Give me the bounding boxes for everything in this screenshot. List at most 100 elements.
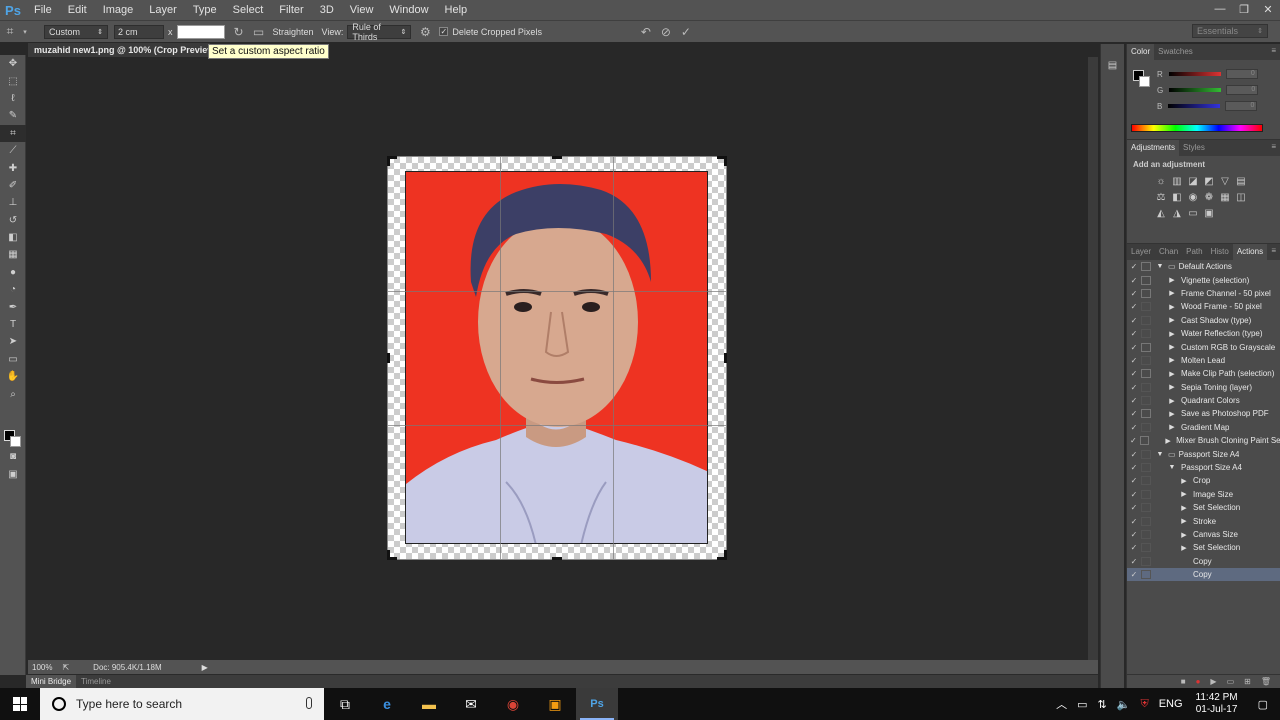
color-balance-icon[interactable]: ⚖ <box>1153 189 1169 205</box>
eraser-tool-icon[interactable]: ◧ <box>0 229 26 246</box>
tab-adjustments[interactable]: Adjustments <box>1127 140 1180 156</box>
crop-tool-preset-icon[interactable]: ⌗ <box>0 22 20 42</box>
tab-swatches[interactable]: Swatches <box>1154 44 1197 60</box>
brightness-contrast-icon[interactable]: ☼ <box>1153 173 1169 189</box>
play-icon[interactable]: ▶ <box>1210 677 1216 686</box>
crop-handle-bottom-left[interactable] <box>387 550 390 560</box>
eyedropper-tool-icon[interactable]: ⟋ <box>0 142 26 159</box>
dodge-tool-icon[interactable]: ◔ <box>0 281 26 298</box>
action-enabled-check-icon[interactable]: ✓ <box>1127 383 1141 392</box>
show-hidden-icons-icon[interactable]: ︿ <box>1051 696 1072 712</box>
dialog-toggle-icon[interactable] <box>1141 422 1151 432</box>
action-enabled-check-icon[interactable]: ✓ <box>1127 356 1141 365</box>
dialog-toggle-icon[interactable] <box>1141 396 1151 406</box>
vibrance-icon[interactable]: ▽ <box>1217 173 1233 189</box>
menu-select[interactable]: Select <box>225 0 272 20</box>
expand-right-icon[interactable]: ▶ <box>1167 276 1177 284</box>
action-enabled-check-icon[interactable]: ✓ <box>1127 450 1141 459</box>
action-enabled-check-icon[interactable]: ✓ <box>1127 343 1141 352</box>
move-tool-icon[interactable]: ✥ <box>0 55 26 72</box>
expand-right-icon[interactable]: ▶ <box>1167 356 1177 364</box>
dialog-toggle-icon[interactable] <box>1139 436 1149 446</box>
file-explorer-icon[interactable]: ▬ <box>408 688 450 720</box>
expand-right-icon[interactable]: ▶ <box>1167 370 1177 378</box>
menu-edit[interactable]: Edit <box>60 0 95 20</box>
straighten-icon[interactable]: ▭ <box>249 22 269 42</box>
crop-handle-right[interactable] <box>724 353 727 363</box>
action-row[interactable]: ✓ ▶ Stroke <box>1127 514 1280 527</box>
action-row[interactable]: ✓ ▶ Image Size <box>1127 488 1280 501</box>
action-enabled-check-icon[interactable]: ✓ <box>1127 543 1141 552</box>
menu-window[interactable]: Window <box>381 0 436 20</box>
panel-menu-icon[interactable]: ≡ <box>1271 46 1276 55</box>
action-row[interactable]: ✓ ▶ Set Selection <box>1127 541 1280 554</box>
action-set-row[interactable]: ✓ ▼ ▭ Passport Size A4 <box>1127 447 1280 460</box>
background-color-swatch[interactable] <box>10 436 21 447</box>
posterize-icon[interactable]: ◭ <box>1153 205 1169 221</box>
action-row[interactable]: ✓ ▶Mixer Brush Cloning Paint Setup <box>1127 434 1280 447</box>
edge-icon[interactable]: e <box>366 688 408 720</box>
dialog-toggle-icon[interactable] <box>1141 262 1151 272</box>
dialog-toggle-icon[interactable] <box>1141 355 1151 365</box>
dialog-toggle-icon[interactable] <box>1141 315 1151 325</box>
tab-histo[interactable]: Histo <box>1207 244 1233 260</box>
action-row[interactable]: ✓ ▼ Passport Size A4 <box>1127 461 1280 474</box>
color-lookup-icon[interactable]: ▦ <box>1217 189 1233 205</box>
clone-stamp-tool-icon[interactable]: ⊥ <box>0 194 26 211</box>
action-enabled-check-icon[interactable]: ✓ <box>1127 490 1141 499</box>
threshold-icon[interactable]: ◮ <box>1169 205 1185 221</box>
tab-path[interactable]: Path <box>1182 244 1206 260</box>
dialog-toggle-icon[interactable] <box>1141 409 1151 419</box>
action-row[interactable]: ✓ ▶ Frame Channel - 50 pixel <box>1127 287 1280 300</box>
dialog-toggle-icon[interactable] <box>1141 382 1151 392</box>
dialog-toggle-icon[interactable] <box>1141 449 1151 459</box>
menu-file[interactable]: File <box>26 0 60 20</box>
tab-styles[interactable]: Styles <box>1179 140 1209 156</box>
expand-right-icon[interactable]: ▶ <box>1167 330 1177 338</box>
dialog-toggle-icon[interactable] <box>1141 463 1151 473</box>
dialog-toggle-icon[interactable] <box>1141 503 1151 513</box>
action-enabled-check-icon[interactable]: ✓ <box>1127 557 1141 566</box>
action-row[interactable]: ✓ ▶ Make Clip Path (selection) <box>1127 367 1280 380</box>
clock[interactable]: 11:42 PM 01-Jul-17 <box>1188 692 1246 716</box>
close-button[interactable]: ✕ <box>1256 0 1280 18</box>
action-row[interactable]: ✓ ▶ Vignette (selection) <box>1127 273 1280 286</box>
tab-layer[interactable]: Layer <box>1127 244 1155 260</box>
expand-right-icon[interactable]: ▶ <box>1179 477 1189 485</box>
action-enabled-check-icon[interactable]: ✓ <box>1127 329 1141 338</box>
curves-icon[interactable]: ◪ <box>1185 173 1201 189</box>
workspace-select[interactable]: Essentials ⇕ <box>1192 24 1268 38</box>
zoom-tool-icon[interactable]: ⌕ <box>0 385 26 402</box>
lasso-tool-icon[interactable]: ℓ <box>0 90 26 107</box>
gradient-map-icon[interactable]: ▭ <box>1185 205 1201 221</box>
crop-handle-left[interactable] <box>387 353 390 363</box>
expand-right-icon[interactable]: ▶ <box>1179 531 1189 539</box>
healing-brush-tool-icon[interactable]: ✚ <box>0 159 26 176</box>
selective-color-icon[interactable]: ▣ <box>1201 205 1217 221</box>
dialog-toggle-icon[interactable] <box>1141 530 1151 539</box>
action-enabled-check-icon[interactable]: ✓ <box>1127 503 1141 512</box>
blur-tool-icon[interactable]: ● <box>0 264 26 281</box>
action-row[interactable]: ✓ ▶ Cast Shadow (type) <box>1127 314 1280 327</box>
menu-type[interactable]: Type <box>185 0 225 20</box>
crop-width-input[interactable]: 2 cm <box>114 24 164 39</box>
menu-image[interactable]: Image <box>95 0 142 20</box>
marquee-tool-icon[interactable]: ⬚ <box>0 72 26 89</box>
delete-cropped-checkbox[interactable]: ✓ <box>439 27 449 36</box>
photoshop-taskbar-icon[interactable]: Ps <box>576 688 618 720</box>
action-enabled-check-icon[interactable]: ✓ <box>1127 302 1141 311</box>
brush-tool-icon[interactable]: ✐ <box>0 177 26 194</box>
action-enabled-check-icon[interactable]: ✓ <box>1127 463 1141 472</box>
menu-view[interactable]: View <box>342 0 382 20</box>
path-selection-tool-icon[interactable]: ➤ <box>0 333 26 350</box>
dialog-toggle-icon[interactable] <box>1141 288 1151 298</box>
photo-filter-icon[interactable]: ◉ <box>1185 189 1201 205</box>
expand-right-icon[interactable]: ▶ <box>1167 383 1177 391</box>
chevron-down-icon[interactable]: ▾ <box>20 22 30 42</box>
vertical-scrollbar[interactable] <box>1088 57 1098 660</box>
action-enabled-check-icon[interactable]: ✓ <box>1127 289 1141 298</box>
tab-timeline[interactable]: Timeline <box>76 677 116 686</box>
crop-handle-bottom[interactable] <box>552 557 562 560</box>
media-app-icon[interactable]: ▣ <box>534 688 576 720</box>
action-enabled-check-icon[interactable]: ✓ <box>1127 396 1141 405</box>
